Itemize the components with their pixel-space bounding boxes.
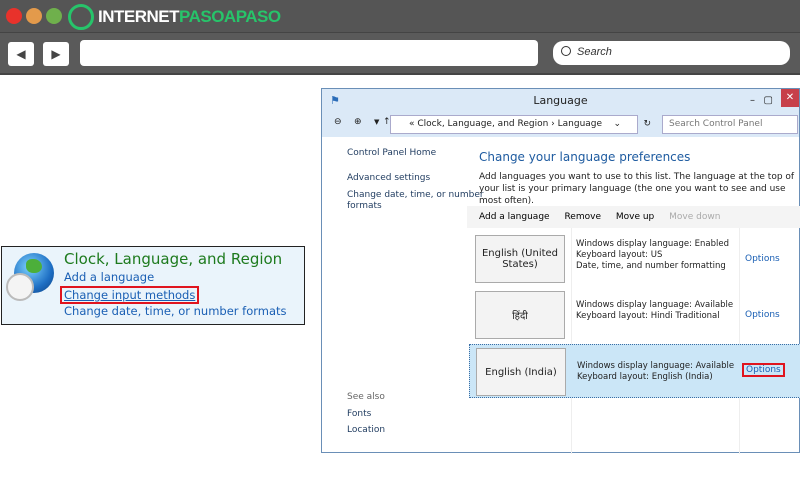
close-dot[interactable] [6, 8, 22, 24]
address-bar[interactable] [80, 40, 538, 66]
search-input[interactable]: Search Control Panel [662, 115, 798, 134]
recent-dropdown-icon[interactable]: ▼ [374, 118, 379, 126]
remove-button[interactable]: Remove [564, 212, 601, 222]
minimize-button[interactable]: – [750, 89, 755, 113]
clock-icon [6, 273, 34, 301]
see-also-location[interactable]: Location [347, 425, 385, 435]
refresh-icon[interactable]: ↻ [643, 119, 651, 129]
options-link[interactable]: Options [745, 310, 780, 320]
control-panel-category: Clock, Language, and Region Add a langua… [1, 246, 305, 325]
language-row[interactable]: English (United States) Windows display … [469, 232, 800, 286]
language-toolbar: Add a language Remove Move up Move down [467, 206, 800, 228]
chevron-down-icon[interactable]: ⌄ [613, 119, 621, 129]
move-up-button[interactable]: Move up [616, 212, 654, 222]
move-down-button: Move down [669, 212, 721, 222]
language-name[interactable]: English (India) [476, 348, 566, 396]
back-icon[interactable]: ⊖ [334, 117, 342, 127]
sidebar-item-home[interactable]: Control Panel Home [347, 148, 436, 158]
forward-button[interactable]: ▶ [43, 42, 69, 66]
description: Add languages you want to use to this li… [479, 172, 795, 206]
forward-icon[interactable]: ⊕ [354, 117, 362, 127]
category-title[interactable]: Clock, Language, and Region [64, 250, 282, 268]
language-name[interactable]: English (United States) [475, 235, 565, 283]
language-info: Windows display language: Available Keybo… [577, 361, 735, 382]
maximize-dot[interactable] [46, 8, 62, 24]
browser-title-bar: INTERNETPASOAPASO [0, 0, 800, 33]
options-link[interactable]: Options [745, 254, 780, 264]
change-formats-link[interactable]: Change date, time, or number formats [64, 304, 287, 318]
maximize-button[interactable]: ▢ [764, 89, 773, 113]
sidebar-item-formats[interactable]: Change date, time, or number [347, 190, 484, 200]
window-title-bar: ⚑ Language – ▢ ✕ [322, 89, 799, 113]
language-info: Windows display language: Available Keybo… [576, 300, 734, 321]
sidebar-item-advanced[interactable]: Advanced settings [347, 173, 430, 183]
sidebar-item-formats-cont[interactable]: formats [347, 201, 382, 211]
language-name[interactable]: हिंदी [475, 291, 565, 339]
minimize-dot[interactable] [26, 8, 42, 24]
change-input-methods-link[interactable]: Change input methods [60, 286, 200, 304]
breadcrumb[interactable]: « Clock, Language, and Region › Language… [390, 115, 651, 134]
logo: INTERNETPASOAPASO [98, 7, 281, 26]
add-language-button[interactable]: Add a language [479, 212, 550, 222]
add-language-link[interactable]: Add a language [64, 270, 154, 284]
navigation-bar: ⊖ ⊕ ▼ ↑ « Clock, Language, and Region › … [322, 113, 799, 137]
language-info: Windows display language: Enabled Keyboar… [576, 239, 730, 271]
options-link-highlighted[interactable]: Options [742, 363, 785, 377]
see-also-fonts[interactable]: Fonts [347, 409, 371, 419]
page-title: Change your language preferences [479, 150, 691, 164]
logo-icon [68, 4, 94, 30]
language-window: ⚑ Language – ▢ ✕ ⊖ ⊕ ▼ ↑ « Clock, Langua… [321, 88, 800, 454]
language-row-selected[interactable]: English (India) Windows display language… [469, 344, 800, 398]
back-button[interactable]: ◀ [8, 42, 34, 66]
window-title: Language [533, 94, 588, 107]
browser-search[interactable]: Search [553, 41, 790, 65]
browser-toolbar: ◀ ▶ Search [0, 33, 800, 75]
language-row[interactable]: हिंदी Windows display language: Availabl… [469, 288, 800, 342]
language-icon: ⚑ [330, 94, 340, 107]
see-also-label: See also [347, 392, 385, 402]
search-icon [561, 46, 571, 56]
close-button[interactable]: ✕ [781, 89, 799, 107]
